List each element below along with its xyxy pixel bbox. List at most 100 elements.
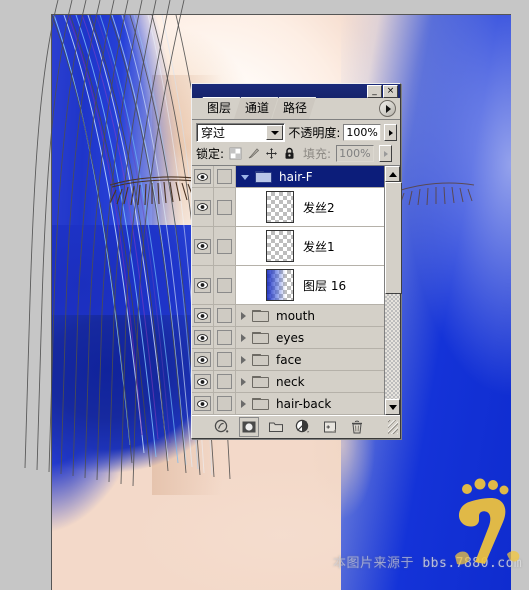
blend-mode-value: 穿过 xyxy=(201,126,226,140)
fill-input[interactable]: 100% xyxy=(336,145,375,162)
folder-icon xyxy=(255,170,272,183)
tab-paths[interactable]: 路径 xyxy=(272,97,316,119)
layer-visibility-toggle[interactable] xyxy=(192,393,214,414)
layer-link-toggle[interactable] xyxy=(214,305,236,326)
blend-mode-bar[interactable]: 穿过 不透明度: 100% xyxy=(192,120,400,144)
eye-icon xyxy=(194,199,211,215)
opacity-input[interactable]: 100% xyxy=(343,124,382,141)
tab-layers[interactable]: 图层 xyxy=(196,97,240,119)
palette-menu-icon[interactable] xyxy=(379,100,396,117)
link-icon xyxy=(217,169,232,184)
layer-row[interactable]: neck xyxy=(192,371,384,393)
eye-icon xyxy=(194,352,211,367)
layer-visibility-toggle[interactable] xyxy=(192,305,214,326)
layer-row[interactable]: eyes xyxy=(192,327,384,349)
chevron-right-icon[interactable] xyxy=(241,399,246,408)
close-button[interactable]: × xyxy=(383,84,398,98)
layer-visibility-toggle[interactable] xyxy=(192,166,214,187)
layer-link-toggle[interactable] xyxy=(214,227,236,265)
layer-style-icon[interactable] xyxy=(214,419,230,435)
scroll-up-icon[interactable] xyxy=(385,166,400,182)
layer-name: mouth xyxy=(276,308,315,323)
layers-palette[interactable]: _ × 图层 通道 路径 穿过 不透明度: 100% 锁定: 填充: 100% … xyxy=(191,83,402,439)
fill-spinner[interactable] xyxy=(379,145,393,162)
layers-bottom-toolbar[interactable] xyxy=(192,415,400,438)
layer-link-toggle[interactable] xyxy=(214,393,236,414)
link-icon xyxy=(217,199,232,215)
resize-grip[interactable] xyxy=(388,420,398,434)
chevron-right-icon[interactable] xyxy=(241,355,246,364)
layer-link-toggle[interactable] xyxy=(214,327,236,348)
layer-thumbnail[interactable] xyxy=(266,230,294,262)
layers-scrollbar[interactable] xyxy=(384,166,402,415)
layer-name: hair-F xyxy=(279,169,313,184)
layer-row[interactable]: hair-back xyxy=(192,393,384,415)
lock-image-pixels-icon[interactable] xyxy=(247,147,260,160)
minimize-button[interactable]: _ xyxy=(367,84,382,98)
layer-row[interactable]: 发丝2 xyxy=(192,188,384,227)
layer-link-toggle[interactable] xyxy=(214,371,236,392)
layer-name: 图层 16 xyxy=(303,278,347,293)
layer-row[interactable]: mouth xyxy=(192,305,384,327)
folder-icon xyxy=(252,397,269,410)
layer-visibility-toggle[interactable] xyxy=(192,266,214,304)
scrollbar-thumb[interactable] xyxy=(385,182,402,294)
layer-visibility-toggle[interactable] xyxy=(192,371,214,392)
layer-mask-icon[interactable] xyxy=(239,417,259,437)
lock-position-icon[interactable] xyxy=(265,147,278,160)
link-icon xyxy=(217,308,232,323)
chevron-down-icon[interactable] xyxy=(241,175,249,180)
eye-icon xyxy=(194,396,211,411)
tab-channels[interactable]: 通道 xyxy=(234,97,278,119)
eye-icon xyxy=(194,169,211,184)
layer-visibility-toggle[interactable] xyxy=(192,349,214,370)
layer-link-toggle[interactable] xyxy=(214,266,236,304)
screenshot-root: 本图片来源于 bbs.7880.com _ × 图层 通道 路径 穿过 不透明度… xyxy=(0,0,529,590)
layers-list-container[interactable]: hair-F 发丝2 发丝1 图层 16 mouth eyes face neck hair-b… xyxy=(192,166,402,415)
layer-visibility-toggle[interactable] xyxy=(192,188,214,226)
chevron-right-icon[interactable] xyxy=(241,377,246,386)
layer-thumbnail[interactable] xyxy=(266,269,294,301)
scrollbar-track[interactable] xyxy=(385,182,402,399)
chevron-right-icon[interactable] xyxy=(241,311,246,320)
link-icon xyxy=(217,277,232,293)
layer-name: neck xyxy=(276,374,305,389)
folder-icon xyxy=(252,375,269,388)
lock-transparent-pixels-icon[interactable] xyxy=(229,147,242,160)
layer-visibility-toggle[interactable] xyxy=(192,227,214,265)
eye-icon xyxy=(194,374,211,389)
new-group-icon[interactable] xyxy=(268,419,284,435)
opacity-spinner[interactable] xyxy=(384,124,397,141)
link-icon xyxy=(217,330,232,345)
lock-bar[interactable]: 锁定: 填充: 100% xyxy=(192,144,400,166)
layer-row[interactable]: 图层 16 xyxy=(192,266,384,305)
lock-all-icon[interactable] xyxy=(283,147,296,160)
link-icon xyxy=(217,238,232,254)
layer-link-toggle[interactable] xyxy=(214,166,236,187)
adjustment-layer-icon[interactable] xyxy=(295,419,311,435)
chevron-down-icon[interactable] xyxy=(266,125,284,140)
chevron-right-icon[interactable] xyxy=(241,333,246,342)
fill-label: 填充: xyxy=(303,147,332,161)
layer-row[interactable]: 发丝1 xyxy=(192,227,384,266)
scroll-down-icon[interactable] xyxy=(385,399,400,415)
blend-mode-select[interactable]: 穿过 xyxy=(196,123,286,142)
tab-layers-label: 图层 xyxy=(207,101,232,115)
layer-link-toggle[interactable] xyxy=(214,349,236,370)
layers-list[interactable]: hair-F 发丝2 发丝1 图层 16 mouth eyes face neck hair-b… xyxy=(192,166,384,415)
palette-titlebar[interactable]: _ × xyxy=(192,84,400,98)
folder-icon xyxy=(252,353,269,366)
link-icon xyxy=(217,396,232,411)
layer-link-toggle[interactable] xyxy=(214,188,236,226)
layer-thumbnail[interactable] xyxy=(266,191,294,223)
palette-tabs[interactable]: 图层 通道 路径 xyxy=(192,98,400,120)
tab-paths-label: 路径 xyxy=(283,101,308,115)
layer-visibility-toggle[interactable] xyxy=(192,327,214,348)
new-layer-icon[interactable] xyxy=(322,419,338,435)
layer-row[interactable]: hair-F xyxy=(192,166,384,188)
layer-row[interactable]: face xyxy=(192,349,384,371)
layer-name: 发丝1 xyxy=(303,239,335,254)
watermark-prefix: 本图片来源于 xyxy=(333,556,415,571)
folder-icon xyxy=(252,331,269,344)
delete-layer-icon[interactable] xyxy=(349,419,365,435)
